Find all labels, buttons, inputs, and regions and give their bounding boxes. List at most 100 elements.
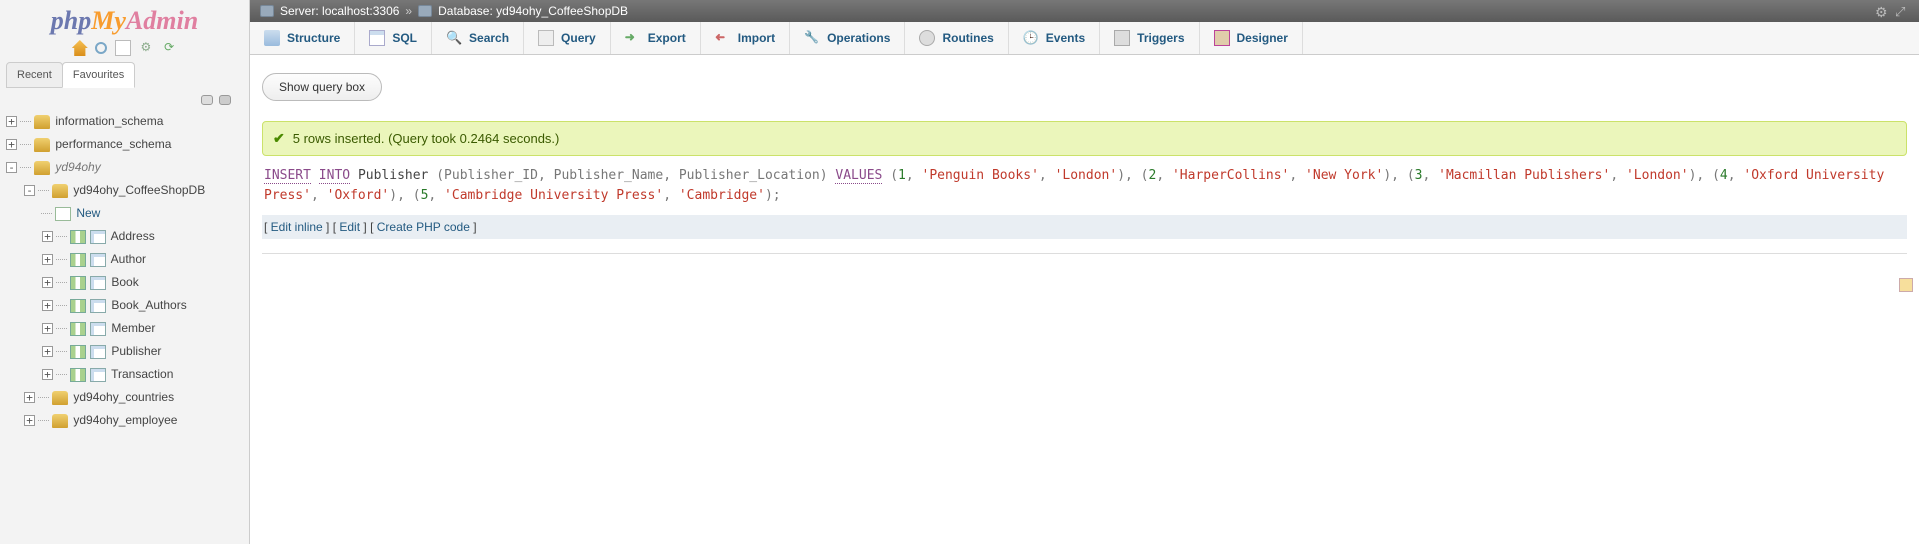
table-icon	[90, 299, 106, 313]
table-icon	[90, 230, 106, 244]
table-node[interactable]: Address	[111, 229, 155, 243]
link-icon[interactable]	[219, 95, 231, 105]
database-icon	[34, 115, 50, 129]
logo[interactable]: phpMyAdmin	[0, 0, 249, 38]
columns-icon[interactable]	[70, 345, 86, 359]
database-icon	[418, 5, 432, 17]
table-node[interactable]: Book_Authors	[111, 298, 186, 312]
success-notice: 5 rows inserted. (Query took 0.2464 seco…	[262, 121, 1907, 156]
show-query-box-button[interactable]: Show query box	[262, 73, 382, 101]
database-icon	[52, 184, 68, 198]
db-tree: + information_schema + performance_schema…	[0, 110, 249, 544]
columns-icon[interactable]	[70, 368, 86, 382]
db-node-current[interactable]: yd94ohy	[55, 160, 100, 174]
docs-icon[interactable]	[115, 40, 131, 56]
tab-sql[interactable]: SQL	[355, 22, 432, 54]
expand-icon[interactable]: +	[24, 415, 35, 426]
tab-ops[interactable]: Operations	[790, 22, 905, 54]
tab-recent[interactable]: Recent	[6, 62, 63, 88]
tab-des[interactable]: Designer	[1200, 22, 1303, 54]
table-node[interactable]: Member	[111, 321, 155, 335]
database-icon	[34, 138, 50, 152]
expand-icon[interactable]: +	[42, 277, 53, 288]
new-table-link[interactable]: New	[76, 206, 100, 220]
sidebar-toolbar: ⚙ ⟳	[0, 38, 249, 62]
rout-icon	[919, 30, 935, 46]
expand-icon[interactable]: +	[6, 116, 17, 127]
struct-icon	[264, 30, 280, 46]
sidebar: phpMyAdmin ⚙ ⟳ Recent Favourites + infor…	[0, 0, 250, 544]
columns-icon[interactable]	[70, 322, 86, 336]
collapse-icon[interactable]	[201, 95, 213, 105]
breadcrumb-sep: »	[405, 4, 412, 18]
columns-icon[interactable]	[70, 299, 86, 313]
fullscreen-icon[interactable]	[1895, 4, 1909, 18]
main: Server: localhost:3306 » Database: yd94o…	[250, 0, 1919, 544]
db-node[interactable]: information_schema	[55, 114, 163, 128]
query-icon	[538, 30, 554, 46]
des-icon	[1214, 30, 1230, 46]
search-icon	[446, 30, 462, 46]
expand-icon[interactable]: +	[42, 254, 53, 265]
table-icon	[90, 253, 106, 267]
table-icon	[90, 276, 106, 290]
table-icon	[90, 368, 106, 382]
evt-icon	[1023, 30, 1039, 46]
logout-icon[interactable]	[95, 42, 107, 54]
expand-icon[interactable]: +	[42, 231, 53, 242]
table-icon	[90, 322, 106, 336]
db-node[interactable]: yd94ohy_CoffeeShopDB	[73, 183, 205, 197]
expand-icon[interactable]: +	[42, 346, 53, 357]
columns-icon[interactable]	[70, 253, 86, 267]
expand-icon[interactable]: +	[42, 323, 53, 334]
home-icon[interactable]	[72, 40, 88, 56]
expand-icon[interactable]: -	[24, 185, 35, 196]
expand-icon[interactable]: +	[24, 392, 35, 403]
bookmark-icon[interactable]	[1899, 278, 1913, 292]
edit-inline-link[interactable]: Edit inline	[271, 220, 323, 234]
table-node[interactable]: Author	[111, 252, 146, 266]
tab-query[interactable]: Query	[524, 22, 611, 54]
collapse-icon[interactable]: -	[6, 162, 17, 173]
reload-icon[interactable]: ⟳	[161, 40, 177, 56]
db-node[interactable]: yd94ohy_countries	[73, 390, 174, 404]
db-node[interactable]: yd94ohy_employee	[73, 413, 177, 427]
sql-icon	[369, 30, 385, 46]
tab-evt[interactable]: Events	[1009, 22, 1100, 54]
table-node[interactable]: Publisher	[111, 344, 161, 358]
table-node[interactable]: Transaction	[111, 367, 173, 381]
database-icon	[52, 414, 68, 428]
server-icon	[260, 5, 274, 17]
table-icon	[90, 345, 106, 359]
tab-export[interactable]: Export	[611, 22, 701, 54]
breadcrumb-server[interactable]: Server: localhost:3306	[280, 4, 399, 18]
breadcrumb-database[interactable]: Database: yd94ohy_CoffeeShopDB	[438, 4, 628, 18]
sidebar-tabs: Recent Favourites	[6, 62, 243, 88]
breadcrumb: Server: localhost:3306 » Database: yd94o…	[250, 0, 1919, 22]
ops-icon	[804, 30, 820, 46]
columns-icon[interactable]	[70, 230, 86, 244]
expand-icon[interactable]: +	[42, 300, 53, 311]
db-node[interactable]: performance_schema	[55, 137, 171, 151]
page-settings-icon[interactable]	[1875, 4, 1889, 18]
table-node[interactable]: Book	[111, 275, 138, 289]
new-icon	[55, 207, 71, 221]
columns-icon[interactable]	[70, 276, 86, 290]
edit-link[interactable]: Edit	[339, 220, 360, 234]
tab-rout[interactable]: Routines	[905, 22, 1008, 54]
tab-search[interactable]: Search	[432, 22, 524, 54]
tab-import[interactable]: Import	[701, 22, 790, 54]
tab-struct[interactable]: Structure	[250, 22, 355, 54]
notice-text: 5 rows inserted. (Query took 0.2464 seco…	[293, 131, 560, 146]
expand-icon[interactable]: +	[42, 369, 53, 380]
tab-trig[interactable]: Triggers	[1100, 22, 1199, 54]
expand-icon[interactable]: +	[6, 139, 17, 150]
create-php-link[interactable]: Create PHP code	[377, 220, 470, 234]
settings-icon[interactable]: ⚙	[138, 40, 154, 56]
check-icon	[273, 130, 285, 147]
trig-icon	[1114, 30, 1130, 46]
database-icon	[52, 391, 68, 405]
tab-favourites[interactable]: Favourites	[62, 62, 135, 88]
sql-action-links: [ Edit inline ] [ Edit ] [ Create PHP co…	[262, 215, 1907, 239]
nav-link-controls	[0, 88, 249, 110]
